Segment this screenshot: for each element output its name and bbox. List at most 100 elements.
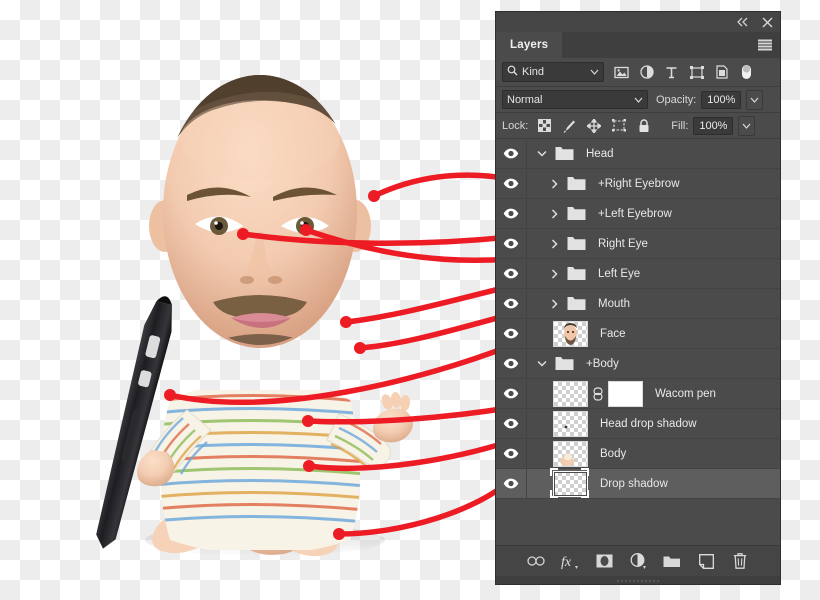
layer-row[interactable]: Mouth — [496, 289, 780, 319]
lock-artboard-nesting-icon[interactable] — [612, 119, 627, 133]
layer-row[interactable]: Head drop shadow — [496, 409, 780, 439]
layer-visibility-toggle[interactable] — [496, 319, 527, 348]
opacity-stepper[interactable] — [746, 89, 764, 110]
layer-thumbnail[interactable] — [553, 410, 588, 437]
lock-transparent-pixels-icon[interactable] — [537, 119, 551, 133]
new-adjustment-layer-icon[interactable] — [629, 552, 647, 570]
layer-name-label: +Body — [586, 357, 619, 370]
opacity-input[interactable]: 100% — [701, 90, 742, 109]
fill-label: Fill: — [671, 119, 689, 132]
layer-thumbnail[interactable] — [553, 380, 588, 407]
layer-mask-thumbnail[interactable] — [608, 380, 643, 407]
chevron-down-icon — [634, 94, 643, 106]
close-icon[interactable] — [760, 15, 774, 29]
layer-thumbnail[interactable] — [553, 470, 588, 497]
layer-row[interactable]: +Left Eyebrow — [496, 199, 780, 229]
chevron-right-icon[interactable] — [547, 169, 561, 198]
new-group-icon[interactable] — [663, 552, 681, 570]
panel-resize-grip[interactable] — [496, 576, 780, 584]
layer-row[interactable]: Head — [496, 139, 780, 169]
layer-visibility-toggle[interactable] — [496, 229, 527, 258]
blend-mode-select[interactable]: Normal — [502, 90, 648, 109]
fill-control: Fill: 100% — [671, 115, 756, 136]
lock-position-icon[interactable] — [587, 118, 602, 133]
add-layer-mask-icon[interactable] — [595, 552, 613, 570]
double-chevron-left-icon[interactable] — [736, 15, 750, 29]
layer-visibility-toggle[interactable] — [496, 379, 527, 408]
filter-toggle-switch-icon[interactable] — [739, 65, 754, 80]
layer-name-label: Wacom pen — [655, 387, 716, 400]
layer-thumbnail[interactable] — [553, 440, 588, 467]
layer-visibility-toggle[interactable] — [496, 259, 527, 288]
layers-list[interactable]: Head +Right Eyebrow +Left Eyebrow Right Eye… — [496, 139, 780, 545]
man-head-art — [149, 75, 371, 348]
lock-image-pixels-icon[interactable] — [562, 119, 576, 133]
layer-name-label: Mouth — [598, 297, 630, 310]
layer-visibility-toggle[interactable] — [496, 169, 527, 198]
filter-shape-layers-icon[interactable] — [689, 65, 704, 80]
link-layers-icon[interactable] — [527, 552, 545, 570]
layer-row[interactable]: Wacom pen — [496, 379, 780, 409]
opacity-control: Opacity: 100% — [656, 89, 764, 110]
chevron-down-icon[interactable] — [535, 349, 549, 378]
layer-row[interactable]: Drop shadow — [496, 467, 780, 499]
filter-smart-object-icon[interactable] — [714, 65, 729, 80]
lock-label: Lock: — [502, 119, 529, 132]
mask-link-icon[interactable] — [592, 386, 604, 402]
lock-row: Lock: Fill: 100% — [496, 113, 780, 139]
layer-name-label: Right Eye — [598, 237, 648, 250]
delete-layer-icon[interactable] — [731, 552, 749, 570]
chevron-down-icon — [590, 66, 599, 78]
filter-kind-select[interactable]: Kind — [502, 62, 604, 82]
layer-row[interactable]: Right Eye — [496, 229, 780, 259]
layer-name-label: Head drop shadow — [600, 417, 697, 430]
layer-row[interactable]: Body — [496, 439, 780, 469]
chevron-right-icon[interactable] — [547, 199, 561, 228]
opacity-label: Opacity: — [656, 93, 697, 106]
blend-mode-row: Normal Opacity: 100% — [496, 87, 780, 113]
filter-icon-group — [614, 65, 754, 80]
composite-artwork — [95, 40, 425, 560]
folder-icon — [555, 356, 574, 371]
layer-row[interactable]: Face — [496, 319, 780, 349]
chevron-right-icon[interactable] — [547, 229, 561, 258]
fill-stepper[interactable] — [738, 115, 756, 136]
filter-pixel-layers-icon[interactable] — [614, 65, 629, 80]
layer-visibility-toggle[interactable] — [496, 199, 527, 228]
chevron-right-icon[interactable] — [547, 259, 561, 288]
folder-icon — [567, 236, 586, 251]
layer-name-label: +Left Eyebrow — [598, 207, 672, 220]
chevron-right-icon[interactable] — [547, 289, 561, 318]
tab-layers[interactable]: Layers — [496, 32, 563, 58]
layer-visibility-toggle[interactable] — [496, 349, 527, 378]
layer-name-label: Face — [600, 327, 626, 340]
layer-name-label: Drop shadow — [600, 477, 668, 490]
baby-onesie-art — [160, 390, 360, 550]
layer-visibility-toggle[interactable] — [496, 409, 527, 438]
layer-row[interactable]: Left Eye — [496, 259, 780, 289]
fill-input[interactable]: 100% — [693, 116, 734, 135]
blend-mode-value: Normal — [507, 93, 543, 106]
folder-icon — [567, 206, 586, 221]
layer-visibility-toggle[interactable] — [496, 139, 527, 168]
lock-all-icon[interactable] — [637, 118, 651, 133]
layers-panel: Layers Kind Normal Opacity: 100% Lock: F… — [496, 12, 780, 584]
layer-row[interactable]: +Body — [496, 349, 780, 379]
panel-titlebar — [496, 12, 780, 32]
layer-thumbnail[interactable] — [553, 320, 588, 347]
canvas-stage: Layers Kind Normal Opacity: 100% Lock: F… — [0, 0, 820, 600]
layer-name-label: +Right Eyebrow — [598, 177, 680, 190]
layer-visibility-toggle[interactable] — [496, 469, 527, 498]
layer-visibility-toggle[interactable] — [496, 439, 527, 468]
svg-text:fx: fx — [561, 555, 572, 569]
panel-menu-icon[interactable] — [758, 39, 772, 51]
layer-visibility-toggle[interactable] — [496, 289, 527, 318]
chevron-down-icon[interactable] — [535, 139, 549, 168]
layer-row[interactable]: +Right Eyebrow — [496, 169, 780, 199]
search-icon — [507, 65, 518, 79]
new-layer-icon[interactable] — [697, 552, 715, 570]
filter-adjustment-layers-icon[interactable] — [639, 65, 654, 80]
folder-icon — [567, 266, 586, 281]
layer-styles-fx-icon[interactable]: fx — [561, 552, 579, 570]
filter-type-layers-icon[interactable] — [664, 65, 679, 80]
